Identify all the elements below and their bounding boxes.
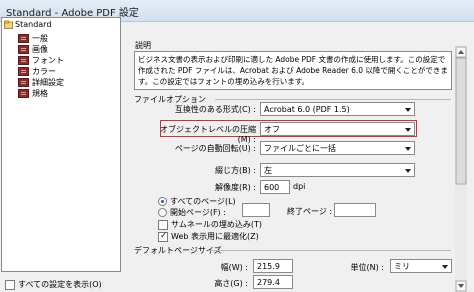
resolution-label: 解像度(R) : xyxy=(214,183,256,192)
all-pages-radio[interactable]: すべてのページ(L) xyxy=(158,196,236,207)
embed-thumbnails-label: サムネールの埋め込み(T) xyxy=(171,220,262,229)
description-box: ビジネス文書の表示および印刷に適した Adobe PDF 文書の作成に使用します… xyxy=(134,51,452,90)
compat-select[interactable]: Acrobat 6.0 (PDF 1.5) xyxy=(260,102,415,116)
web-optimize-label: Web 表示用に最適化(Z) xyxy=(171,232,259,241)
show-all-settings-checkbox[interactable]: すべての設定を表示(O) xyxy=(5,279,102,290)
settings-tree[interactable]: Standard 一般 画像 フォント カラー 詳細設定 規格 xyxy=(1,17,121,272)
width-input[interactable]: 215.9 xyxy=(253,259,293,273)
width-value: 215.9 xyxy=(257,262,280,271)
radio-button[interactable] xyxy=(158,208,167,217)
chevron-down-icon xyxy=(405,147,411,151)
resolution-unit: dpi xyxy=(293,182,306,191)
unit-value: ミリ xyxy=(394,262,410,271)
binding-label: 綴じ方(B) : xyxy=(215,166,256,175)
object-level-compression-label: オブジェクトレベルの圧縮(M) : xyxy=(160,125,256,144)
end-page-input[interactable] xyxy=(334,203,376,217)
checkbox-box[interactable] xyxy=(5,279,15,290)
chevron-down-icon xyxy=(405,128,411,132)
tree-item-advanced[interactable]: 詳細設定 xyxy=(18,77,64,88)
tree-item-label: カラー xyxy=(32,67,56,76)
settings-page-icon xyxy=(18,67,29,76)
tree-item-standards[interactable]: 規格 xyxy=(18,88,48,99)
object-level-compression-select[interactable]: オフ xyxy=(260,122,415,136)
tree-root[interactable]: Standard xyxy=(4,20,51,29)
all-pages-label: すべてのページ(L) xyxy=(170,197,236,206)
auto-rotate-value: ファイルごとに一括 xyxy=(264,144,336,153)
show-all-label: すべての設定を表示(O) xyxy=(18,280,102,289)
compat-value: Acrobat 6.0 (PDF 1.5) xyxy=(264,105,350,114)
width-label: 幅(W) : xyxy=(220,263,248,272)
tree-item-label: フォント xyxy=(32,56,64,65)
settings-page-icon xyxy=(18,34,29,43)
embed-thumbnails-checkbox[interactable]: サムネールの埋め込み(T) xyxy=(158,219,262,230)
resolution-input[interactable]: 600 xyxy=(260,180,290,194)
tree-item-label: 詳細設定 xyxy=(32,78,64,87)
page-range-radio[interactable]: 開始ページ(F) : xyxy=(158,207,226,218)
binding-value: 左 xyxy=(264,166,272,175)
height-input[interactable]: 279.4 xyxy=(253,275,293,289)
height-label: 高さ(G) : xyxy=(214,279,248,288)
tree-item-label: 画像 xyxy=(32,45,48,54)
tree-item-images[interactable]: 画像 xyxy=(18,44,48,55)
binding-select[interactable]: 左 xyxy=(260,163,415,177)
settings-page-icon xyxy=(18,45,29,54)
radio-button[interactable] xyxy=(158,197,167,206)
tree-item-label: 規格 xyxy=(32,89,48,98)
tree-item-color[interactable]: カラー xyxy=(18,66,56,77)
unit-label: 単位(N) : xyxy=(350,263,384,272)
start-page-input[interactable] xyxy=(242,203,270,217)
chevron-down-icon xyxy=(442,265,448,269)
page-range-label: 開始ページ(F) : xyxy=(170,208,226,217)
height-value: 279.4 xyxy=(257,278,280,287)
description-text: ビジネス文書の表示および印刷に適した Adobe PDF 文書の作成に使用します… xyxy=(138,55,448,86)
settings-page-icon xyxy=(18,89,29,98)
tree-item-fonts[interactable]: フォント xyxy=(18,55,64,66)
object-level-compression-value: オフ xyxy=(264,125,280,134)
checkbox-box[interactable] xyxy=(158,231,168,242)
chevron-down-icon xyxy=(405,169,411,173)
unit-select[interactable]: ミリ xyxy=(390,259,452,273)
vertical-scrollbar[interactable] xyxy=(455,46,467,292)
resolution-value: 600 xyxy=(264,183,280,192)
auto-rotate-select[interactable]: ファイルごとに一括 xyxy=(260,141,415,155)
end-page-label: 終了ページ : xyxy=(287,207,333,216)
divider xyxy=(208,250,451,251)
description-title: 説明 xyxy=(135,41,151,50)
tree-item-label: 一般 xyxy=(32,34,48,43)
folder-icon xyxy=(4,20,13,29)
tree-root-label: Standard xyxy=(15,20,52,29)
divider xyxy=(215,99,451,100)
checkbox-box[interactable] xyxy=(158,219,168,230)
auto-rotate-label: ページの自動回転(U) : xyxy=(174,144,256,153)
chevron-down-icon xyxy=(405,108,411,112)
settings-page-icon xyxy=(18,78,29,87)
web-optimize-checkbox[interactable]: Web 表示用に最適化(Z) xyxy=(158,231,259,242)
compat-label: 互換性のある形式(C) : xyxy=(174,105,256,114)
tree-item-general[interactable]: 一般 xyxy=(18,33,48,44)
settings-page-icon xyxy=(18,56,29,65)
